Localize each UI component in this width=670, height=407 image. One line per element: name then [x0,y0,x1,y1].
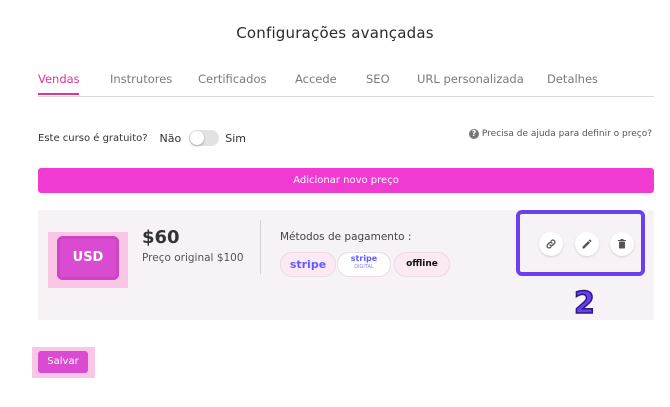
delete-price-button[interactable] [610,232,634,256]
stripe-digital-name: stripe [350,254,378,263]
help-text: Precisa de ajuda para definir o preço? [481,129,652,139]
tab-certificados[interactable]: Certificados [198,72,266,86]
pencil-icon [582,239,592,249]
tab-seo[interactable]: SEO [366,72,390,86]
payment-method-offline: offline [394,252,450,277]
tab-detalhes[interactable]: Detalhes [547,72,598,86]
currency-badge: USD [57,236,119,280]
tab-url-personalizada[interactable]: URL personalizada [417,72,524,86]
add-price-button[interactable]: Adicionar novo preço [38,168,654,193]
card-divider [260,220,261,274]
save-highlight: Salvar [32,347,95,378]
free-course-toggle[interactable] [189,130,220,146]
price-amount: $60 [142,227,180,248]
tab-accede[interactable]: Accede [295,72,337,86]
actions-highlight-box [516,210,645,276]
copy-link-button[interactable] [539,232,563,256]
currency-highlight: USD [48,232,128,288]
annotation-number: 2 [573,285,595,322]
help-link[interactable]: ? Precisa de ajuda para definir o preço? [468,129,652,139]
question-icon: ? [468,129,479,139]
free-course-question: Este curso é gratuito? [38,132,148,144]
stripe-digital-sub: DIGITAL [354,264,374,270]
link-icon [546,239,556,249]
toggle-knob [190,131,205,145]
save-button[interactable]: Salvar [38,351,88,373]
trash-icon [618,239,626,249]
active-tab-indicator [38,93,79,95]
payment-method-stripe: stripe [280,252,336,277]
toggle-no-label: Não [159,131,182,145]
free-course-row: Este curso é gratuito? Não Sim [38,129,246,147]
price-card: USD $60 Preço original $100 Métodos de p… [38,210,654,320]
page-title: Configurações avançadas [236,24,434,42]
original-price: Preço original $100 [142,252,244,264]
tab-vendas[interactable]: Vendas [38,72,80,86]
toggle-yes-label: Sim [225,131,247,145]
payment-method-stripe-digital: stripe DIGITAL [337,252,391,277]
tab-bar: Vendas Instrutores Certificados Accede S… [38,72,654,97]
tab-instrutores[interactable]: Instrutores [110,72,172,86]
edit-price-button[interactable] [575,232,599,256]
payment-methods-label: Métodos de pagamento : [280,231,412,243]
